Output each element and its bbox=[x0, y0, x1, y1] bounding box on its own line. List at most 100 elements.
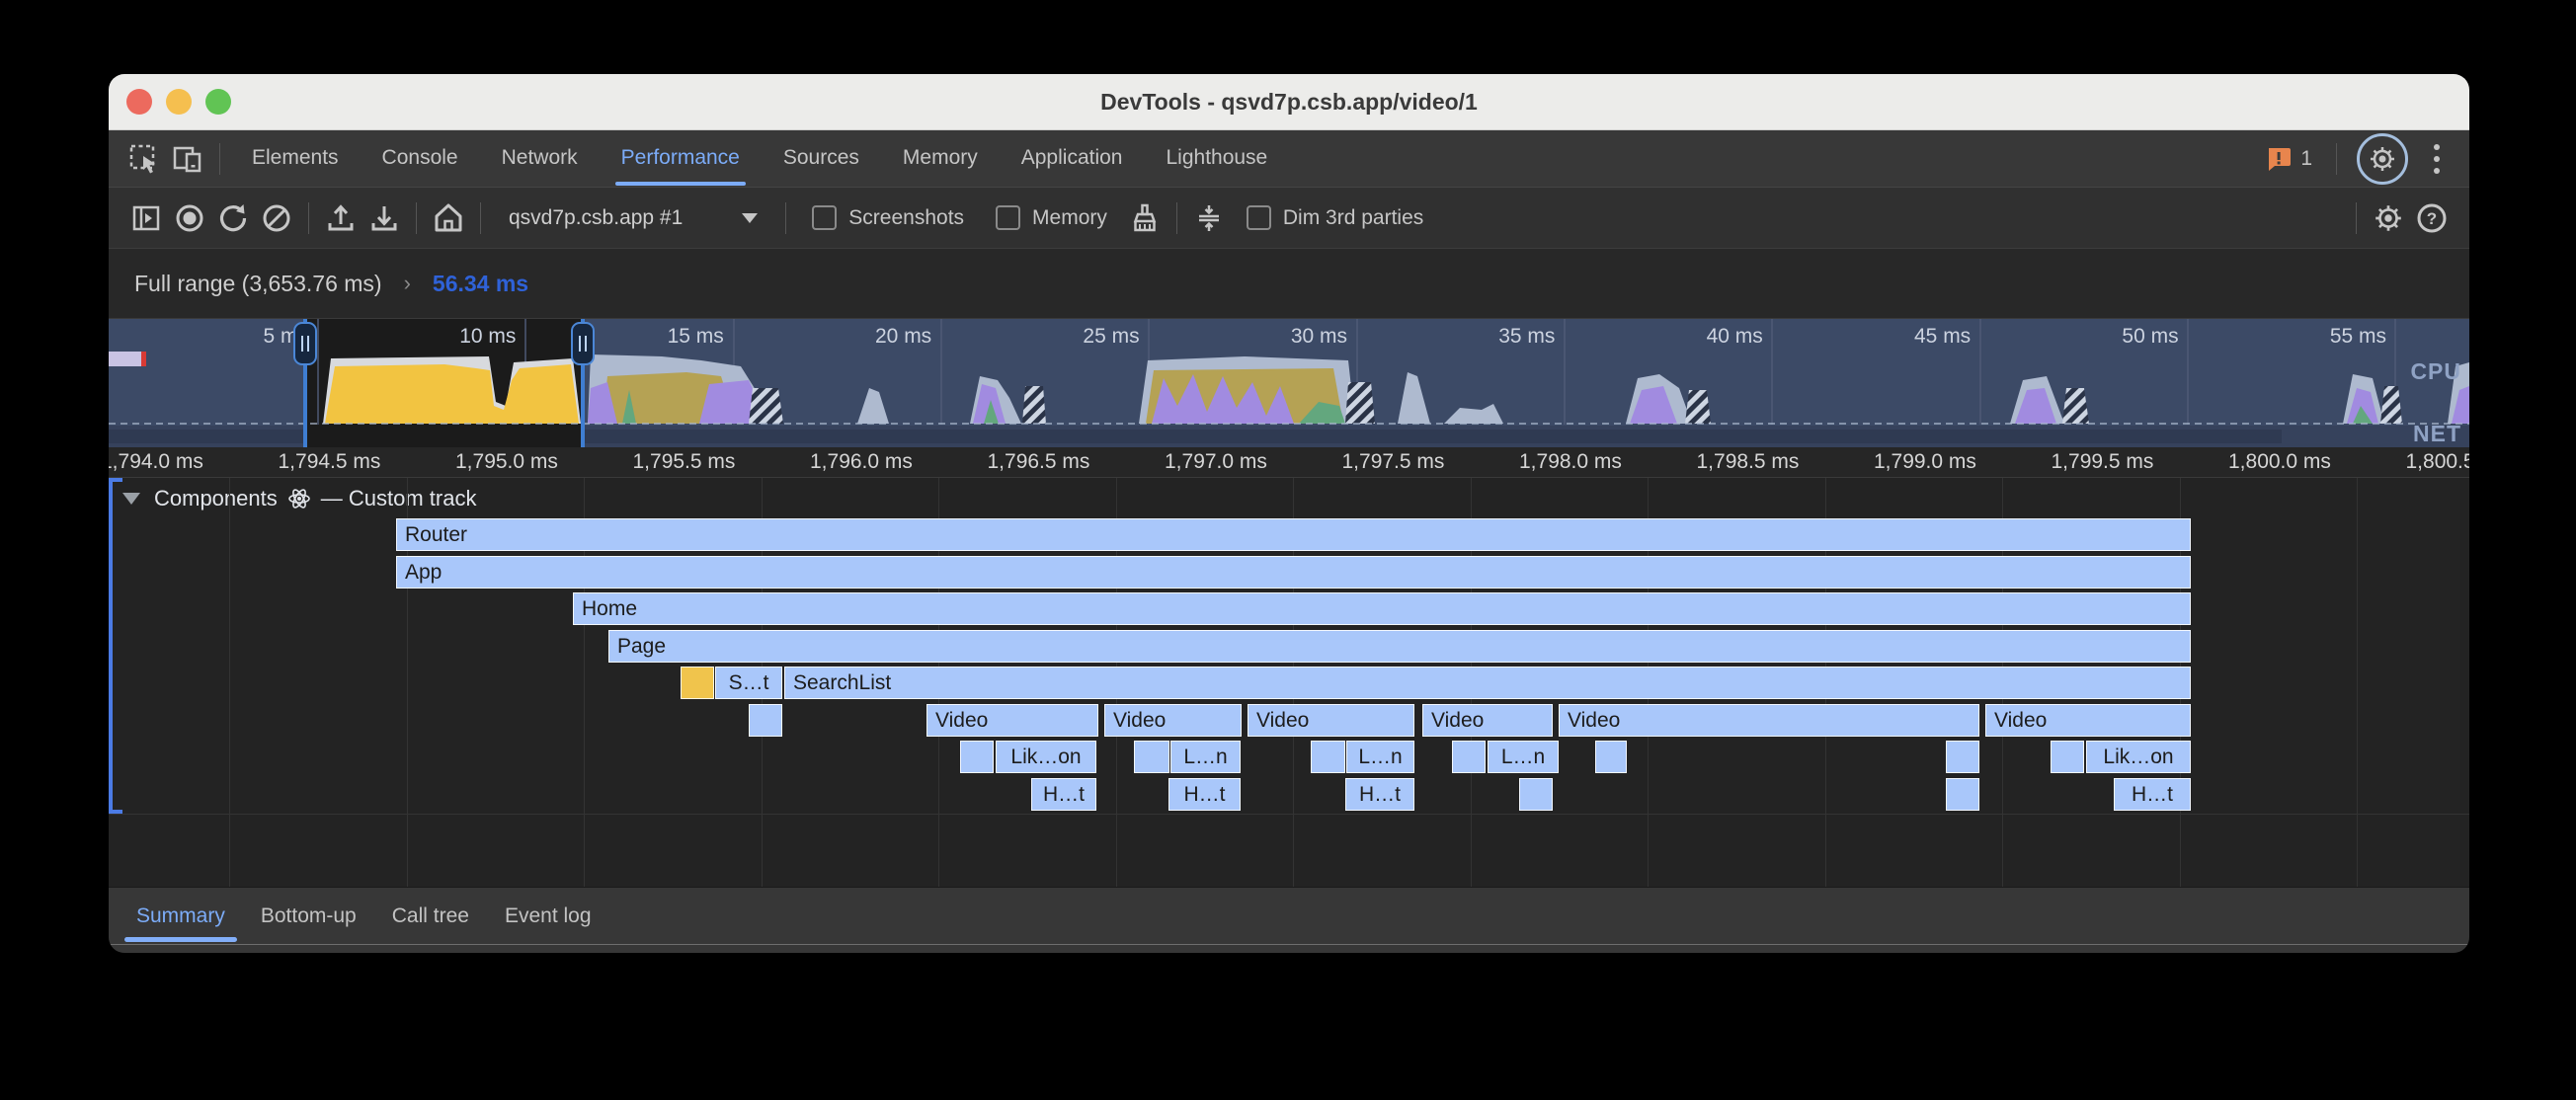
checkbox-box bbox=[996, 205, 1020, 230]
flame-bar-app[interactable]: App bbox=[396, 556, 2191, 589]
devtools-tabbar: ElementsConsoleNetworkPerformanceSources… bbox=[109, 130, 2469, 188]
tab-network[interactable]: Network bbox=[480, 130, 600, 186]
full-range-crumb[interactable]: Full range (3,653.76 ms) bbox=[134, 271, 382, 297]
svg-text:?: ? bbox=[2427, 209, 2437, 228]
flame-bar-video[interactable]: Video bbox=[1248, 704, 1414, 737]
flame-bar-likon[interactable]: Lik…on bbox=[996, 741, 1096, 773]
tab-performance[interactable]: Performance bbox=[600, 130, 762, 186]
flame-bar-video[interactable]: Video bbox=[1422, 704, 1553, 737]
more-options-icon[interactable] bbox=[2434, 144, 2440, 174]
flame-bar-st[interactable]: S…t bbox=[715, 667, 782, 699]
garbage-collect-icon[interactable] bbox=[1123, 196, 1167, 240]
details-tab-summary[interactable]: Summary bbox=[119, 888, 243, 944]
flame-bar-home[interactable]: Home bbox=[573, 592, 2191, 625]
close-window-button[interactable] bbox=[126, 89, 152, 115]
target-selector[interactable]: qsvd7p.csb.app #1 bbox=[491, 206, 775, 230]
screen: DevTools - qsvd7p.csb.app/video/1 Elemen… bbox=[0, 0, 2576, 1100]
record-icon[interactable] bbox=[168, 196, 211, 240]
flame-bar-page[interactable]: Page bbox=[608, 630, 2191, 663]
flame-bar-ln[interactable]: L…n bbox=[1346, 741, 1414, 773]
help-icon[interactable]: ? bbox=[2410, 196, 2454, 240]
flame-bar[interactable] bbox=[1134, 741, 1169, 773]
flame-bar[interactable] bbox=[749, 704, 782, 737]
upload-profile-icon[interactable] bbox=[319, 196, 362, 240]
flame-bar-ln[interactable]: L…n bbox=[1488, 741, 1559, 773]
flame-bar[interactable] bbox=[1311, 741, 1345, 773]
zoom-window-button[interactable] bbox=[205, 89, 231, 115]
collapse-shortcuts-icon[interactable] bbox=[1187, 196, 1231, 240]
minimap-tick-label: 25 ms bbox=[992, 325, 1140, 349]
window-bottom-edge bbox=[109, 944, 2469, 945]
flame-bar-ht[interactable]: H…t bbox=[1345, 778, 1414, 811]
breadcrumb-chevron-icon: › bbox=[404, 271, 411, 296]
tab-lighthouse[interactable]: Lighthouse bbox=[1144, 130, 1289, 186]
flame-bar[interactable] bbox=[1452, 741, 1486, 773]
range-handle-grip[interactable] bbox=[571, 322, 595, 365]
flame-bar[interactable] bbox=[1595, 741, 1627, 773]
details-tab-bottom-up[interactable]: Bottom-up bbox=[243, 888, 374, 944]
clear-icon[interactable] bbox=[255, 196, 298, 240]
issues-counter[interactable]: 1 bbox=[2265, 145, 2312, 173]
flame-bar-ht[interactable]: H…t bbox=[1168, 778, 1241, 811]
timeline-minimap[interactable]: 5 ms10 ms15 ms20 ms25 ms30 ms35 ms40 ms4… bbox=[109, 319, 2469, 447]
performance-toolbar: qsvd7p.csb.app #1 Screenshots Memory bbox=[109, 188, 2469, 249]
details-tabbar: SummaryBottom-upCall treeEvent log bbox=[109, 887, 2469, 953]
range-handle-right[interactable] bbox=[581, 319, 585, 447]
record-and-reload-icon[interactable] bbox=[211, 196, 255, 240]
tab-console[interactable]: Console bbox=[361, 130, 480, 186]
download-profile-icon[interactable] bbox=[362, 196, 406, 240]
flame-bar-searchlist[interactable]: SearchList bbox=[784, 667, 2191, 699]
device-toolbar-icon[interactable] bbox=[166, 139, 209, 179]
tab-elements[interactable]: Elements bbox=[230, 130, 361, 186]
toolbar-separator-6 bbox=[2356, 202, 2357, 234]
toggle-sidebar-icon[interactable] bbox=[124, 196, 168, 240]
flame-bar-router[interactable]: Router bbox=[396, 518, 2191, 551]
time-label: 1,794.0 ms bbox=[109, 450, 203, 474]
time-label: 1,795.0 ms bbox=[455, 450, 558, 474]
custom-track-header[interactable]: Components — Custom track bbox=[122, 486, 476, 511]
flame-bar-video[interactable]: Video bbox=[1104, 704, 1242, 737]
time-label: 1,798.0 ms bbox=[1519, 450, 1622, 474]
time-label: 1,794.5 ms bbox=[279, 450, 381, 474]
flame-bar-ht[interactable]: H…t bbox=[2114, 778, 2191, 811]
flame-bar-likon[interactable]: Lik…on bbox=[2086, 741, 2191, 773]
flame-bar-video[interactable]: Video bbox=[1985, 704, 2191, 737]
gear-icon[interactable] bbox=[2367, 196, 2410, 240]
dim-3rd-parties-checkbox[interactable]: Dim 3rd parties bbox=[1247, 205, 1423, 230]
details-tab-event-log[interactable]: Event log bbox=[487, 888, 609, 944]
flame-bar-video[interactable]: Video bbox=[926, 704, 1098, 737]
flame-bar-video[interactable]: Video bbox=[1559, 704, 1979, 737]
tab-application[interactable]: Application bbox=[1000, 130, 1145, 186]
track-suffix: — Custom track bbox=[321, 486, 477, 511]
flame-bar-ht[interactable]: H…t bbox=[1031, 778, 1096, 811]
memory-checkbox[interactable]: Memory bbox=[996, 205, 1107, 230]
flame-bar[interactable] bbox=[1519, 778, 1553, 811]
flame-bar[interactable] bbox=[1946, 741, 1979, 773]
flame-bar-ln[interactable]: L…n bbox=[1170, 741, 1241, 773]
flame-chart[interactable]: Components — Custom track Router AppHome P… bbox=[109, 478, 2469, 887]
minimap-tick-label: 45 ms bbox=[1822, 325, 1971, 349]
inspect-element-icon[interactable] bbox=[122, 139, 166, 179]
minimap-tick-label: 20 ms bbox=[783, 325, 931, 349]
flame-bar[interactable] bbox=[681, 667, 714, 699]
details-tab-call-tree[interactable]: Call tree bbox=[374, 888, 487, 944]
flame-bar[interactable] bbox=[2051, 741, 2084, 773]
range-handle-left[interactable] bbox=[303, 319, 307, 447]
time-label: 1,798.5 ms bbox=[1697, 450, 1800, 474]
screenshots-label: Screenshots bbox=[848, 206, 964, 230]
flame-bar[interactable] bbox=[1946, 778, 1979, 811]
screenshots-checkbox[interactable]: Screenshots bbox=[812, 205, 964, 230]
tab-memory[interactable]: Memory bbox=[881, 130, 1000, 186]
range-handle-grip[interactable] bbox=[293, 322, 317, 365]
tab-sources[interactable]: Sources bbox=[762, 130, 881, 186]
traffic-lights bbox=[126, 74, 231, 129]
flame-bar[interactable] bbox=[960, 741, 994, 773]
settings-active-ring[interactable] bbox=[2357, 133, 2408, 185]
minimize-window-button[interactable] bbox=[166, 89, 192, 115]
home-icon[interactable] bbox=[427, 196, 470, 240]
minimap-tick-label: 55 ms bbox=[2238, 325, 2386, 349]
collapse-track-icon[interactable] bbox=[122, 493, 140, 505]
selected-range-crumb[interactable]: 56.34 ms bbox=[433, 271, 528, 297]
time-label: 1,797.5 ms bbox=[1342, 450, 1445, 474]
minimap-tick-label: 40 ms bbox=[1615, 325, 1763, 349]
